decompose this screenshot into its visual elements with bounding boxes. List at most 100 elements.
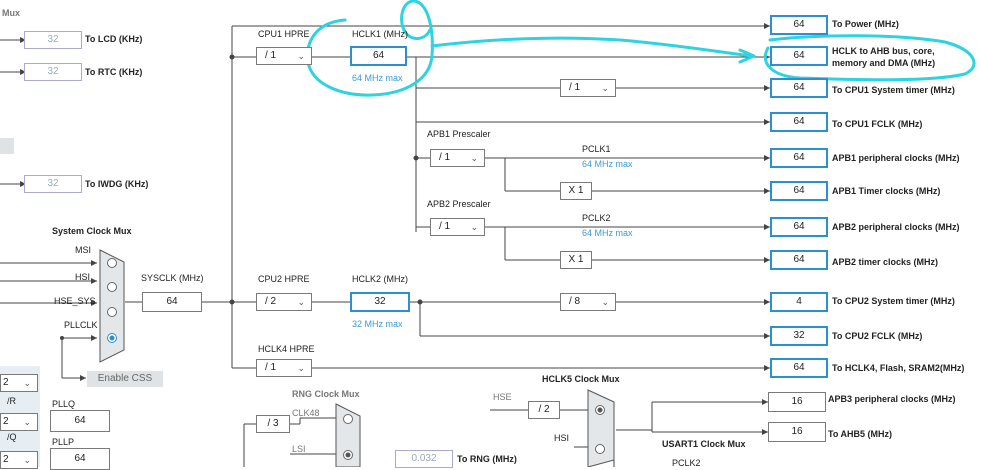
pclk2-label: PCLK2	[582, 213, 611, 223]
cpu2-hpre-select[interactable]: / 2 ⌄	[256, 293, 312, 311]
output-ahb5-label: To AHB5 (MHz)	[828, 429, 892, 439]
rng-input-clk48: CLK48	[292, 408, 320, 418]
apb1-prescaler-label: APB1 Prescaler	[427, 129, 491, 139]
pclk2-max-label: 64 MHz max	[582, 228, 633, 238]
chevron-down-icon: ⌄	[23, 455, 31, 465]
output-apb3-label: APB3 peripheral clocks (MHz)	[828, 394, 956, 404]
hclk1-label: HCLK1 (MHz)	[352, 29, 409, 39]
pllq-select-value: 2	[3, 416, 9, 427]
output-apb1-timer-value[interactable]: 64	[770, 181, 828, 201]
lcd-label: To LCD (KHz)	[85, 34, 143, 44]
apb1-prescaler-select[interactable]: / 1 ⌄	[430, 149, 485, 167]
pllp-title: PLLP	[52, 437, 75, 447]
output-apb2-timer-value[interactable]: 64	[770, 250, 828, 270]
output-hclk4-value[interactable]: 64	[770, 358, 828, 378]
enable-css-button[interactable]: Enable CSS	[87, 371, 163, 387]
usart1-mux-title: USART1 Clock Mux	[662, 439, 746, 449]
output-cpu2-fclk-value[interactable]: 32	[770, 326, 828, 346]
chevron-down-icon: ⌄	[601, 83, 609, 93]
apb2-prescaler-select[interactable]: / 1 ⌄	[430, 218, 485, 236]
output-cpu1-fclk-label: To CPU1 FCLK (MHz)	[832, 119, 923, 129]
output-apb1-timer-label: APB1 Timer clocks (MHz)	[832, 186, 941, 196]
mux-radio-hsi	[107, 282, 117, 292]
hclk2-label: HCLK2 (MHz)	[352, 274, 409, 284]
output-cpu2-fclk-label: To CPU2 FCLK (MHz)	[832, 331, 923, 341]
output-hclk4-label: To HCLK4, Flash, SRAM2(MHz)	[832, 363, 965, 373]
output-apb2-periph-value[interactable]: 64	[770, 217, 828, 237]
chevron-down-icon: ⌄	[23, 417, 31, 427]
pllp-select[interactable]: 2 ⌄	[0, 451, 38, 469]
left-edge-block	[0, 138, 14, 154]
cpu1-systimer-divider-select[interactable]: / 1 ⌄	[560, 79, 616, 97]
hclk5-divider[interactable]: / 2	[528, 401, 560, 419]
sysclk-value-field[interactable]: 64	[142, 292, 202, 312]
output-cpu2-systimer-value[interactable]: 4	[770, 292, 828, 312]
chevron-down-icon: ⌄	[470, 222, 478, 232]
pclk1-label: PCLK1	[582, 144, 611, 154]
iwdg-value-field[interactable]: 32	[24, 175, 82, 193]
hclk5-input-hse: HSE	[493, 392, 512, 402]
pllr-select-value: 2	[3, 377, 9, 388]
cpu1-hpre-select[interactable]: / 1 ⌄	[256, 47, 312, 65]
output-ahb-label: HCLK to AHB bus, core,	[832, 46, 935, 56]
mux-radio-hse	[107, 307, 117, 317]
cpu2-systimer-divider-select[interactable]: / 8 ⌄	[560, 293, 616, 311]
output-apb2-periph-label: APB2 peripheral clocks (MHz)	[832, 222, 960, 232]
chevron-down-icon: ⌄	[23, 378, 31, 388]
hclk5-radio-hsi	[595, 444, 605, 454]
usart1-pclk2-label: PCLK2	[672, 458, 701, 468]
apb1-prescaler-value: / 1	[439, 152, 451, 163]
output-apb2-timer-label: APB2 timer clocks (MHz)	[832, 257, 939, 267]
pllq-select[interactable]: 2 ⌄	[0, 413, 38, 431]
hclk2-value-field[interactable]: 32	[350, 292, 410, 312]
cpu2-hpre-value: / 2	[265, 296, 277, 307]
hclk4-hpre-label: HCLK4 HPRE	[258, 344, 315, 354]
rng-radio-clk48	[343, 414, 353, 424]
pclk1-max-label: 64 MHz max	[582, 159, 633, 169]
system-clock-mux-title: System Clock Mux	[52, 226, 132, 236]
output-apb1-periph-label: APB1 peripheral clocks (MHz)	[832, 153, 960, 163]
mux-input-hsi: HSI	[75, 272, 91, 282]
chevron-down-icon: ⌄	[297, 363, 305, 373]
output-power-label: To Power (MHz)	[832, 19, 899, 29]
rng-divider[interactable]: / 3	[256, 415, 290, 433]
output-cpu2-systimer-label: To CPU2 System timer (MHz)	[832, 296, 955, 306]
cpu2-hpre-label: CPU2 HPRE	[258, 274, 310, 284]
sysclk-label: SYSCLK (MHz)	[141, 273, 204, 283]
pllr-select[interactable]: 2 ⌄	[0, 374, 38, 392]
rng-value-field[interactable]: 0.032	[395, 450, 453, 468]
output-cpu1-systimer-value[interactable]: 64	[770, 78, 828, 98]
output-apb3-value[interactable]: 16	[768, 392, 826, 412]
mux-input-hse-sys: HSE_SYS	[54, 296, 96, 306]
rng-input-lsi: LSI	[292, 444, 306, 454]
hclk5-clock-mux	[587, 389, 615, 467]
cpu1-hpre-label: CPU1 HPRE	[258, 29, 310, 39]
rng-label: To RNG (MHz)	[457, 454, 517, 464]
hclk4-hpre-value: / 1	[265, 362, 277, 373]
hclk4-hpre-select[interactable]: / 1 ⌄	[256, 359, 312, 377]
pllq-value-field[interactable]: 64	[50, 410, 110, 432]
chevron-down-icon: ⌄	[470, 153, 478, 163]
hclk5-mux-title: HCLK5 Clock Mux	[542, 374, 620, 384]
pllr-label: /R	[7, 396, 16, 406]
hclk5-input-hsi: HSI	[554, 433, 570, 443]
output-power-value[interactable]: 64	[770, 15, 828, 35]
output-cpu1-fclk-value[interactable]: 64	[770, 112, 828, 132]
rng-mux-title: RNG Clock Mux	[292, 389, 360, 399]
rtc-value-field[interactable]: 32	[24, 63, 82, 81]
lcd-value-field[interactable]: 32	[24, 31, 82, 49]
output-ahb-label-line2: memory and DMA (MHz)	[832, 58, 936, 68]
cpu1-hpre-value: / 1	[265, 50, 277, 61]
hclk1-max-label: 64 MHz max	[352, 73, 403, 83]
chevron-down-icon: ⌄	[297, 51, 305, 61]
mux-input-pllclk: PLLCLK	[64, 320, 98, 330]
hclk1-value-field[interactable]: 64	[350, 46, 407, 66]
output-apb1-periph-value[interactable]: 64	[770, 148, 828, 168]
rtc-label: To RTC (KHz)	[85, 67, 143, 77]
apb2-timer-multiplier[interactable]: X 1	[560, 251, 592, 269]
output-ahb-value[interactable]: 64	[770, 46, 828, 66]
apb1-timer-multiplier[interactable]: X 1	[560, 182, 592, 200]
output-ahb5-value[interactable]: 16	[768, 422, 826, 442]
apb2-prescaler-label: APB2 Prescaler	[427, 199, 491, 209]
apb2-prescaler-value: / 1	[439, 221, 451, 232]
